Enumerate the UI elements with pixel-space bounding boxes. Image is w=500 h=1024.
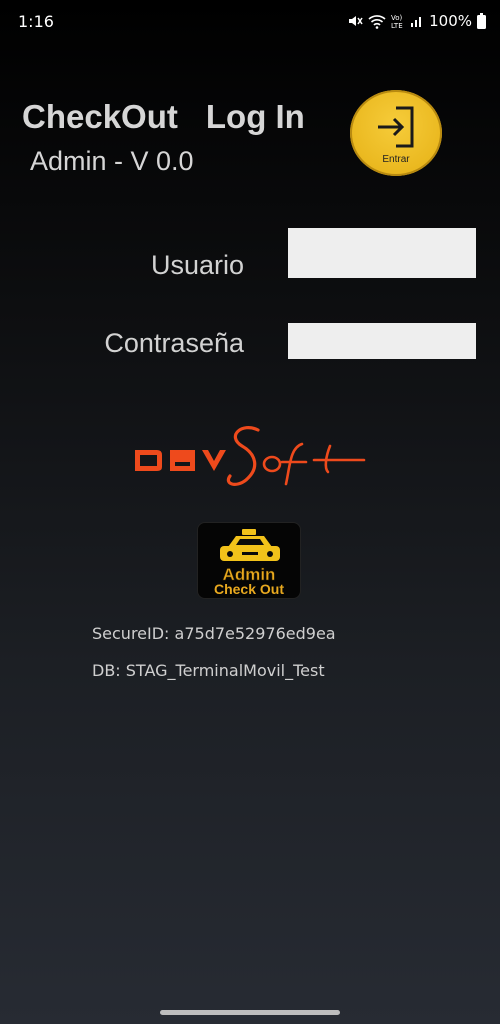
app-name: CheckOut xyxy=(22,98,178,135)
svg-text:Vo): Vo) xyxy=(391,14,403,22)
status-bar: 1:16 Vo) LTE 100% xyxy=(0,0,500,44)
version-subtitle: Admin - V 0.0 xyxy=(30,146,194,176)
signal-icon xyxy=(410,14,424,28)
battery-percent: 100% xyxy=(429,12,472,30)
user-label: Usuario xyxy=(150,250,244,280)
gesture-nav-bar[interactable] xyxy=(160,1010,340,1015)
app-icon-line2: Check Out xyxy=(213,581,284,597)
mute-icon xyxy=(347,13,363,29)
screen-name: Log In xyxy=(205,98,305,135)
page-title: CheckOut Log In xyxy=(22,98,305,136)
enter-button-label: Entrar xyxy=(382,154,410,165)
svg-text:LTE: LTE xyxy=(391,22,403,29)
taxi-icon xyxy=(220,529,280,561)
login-icon xyxy=(378,106,414,148)
davsoft-logo xyxy=(130,418,370,498)
status-icons: Vo) LTE 100% xyxy=(347,12,486,30)
secure-id-text: SecureID: a75d7e52976ed9ea xyxy=(92,624,336,643)
password-input[interactable] xyxy=(288,323,476,359)
user-input[interactable] xyxy=(288,228,476,278)
enter-button[interactable]: Entrar xyxy=(350,90,442,176)
app-icon: Admin Check Out xyxy=(197,522,301,599)
volte-icon: Vo) LTE xyxy=(391,13,405,29)
battery-icon xyxy=(477,13,486,29)
wifi-icon xyxy=(368,14,386,29)
status-time: 1:16 xyxy=(18,12,54,31)
password-label: Contraseña xyxy=(104,328,244,358)
db-text: DB: STAG_TerminalMovil_Test xyxy=(92,661,325,680)
